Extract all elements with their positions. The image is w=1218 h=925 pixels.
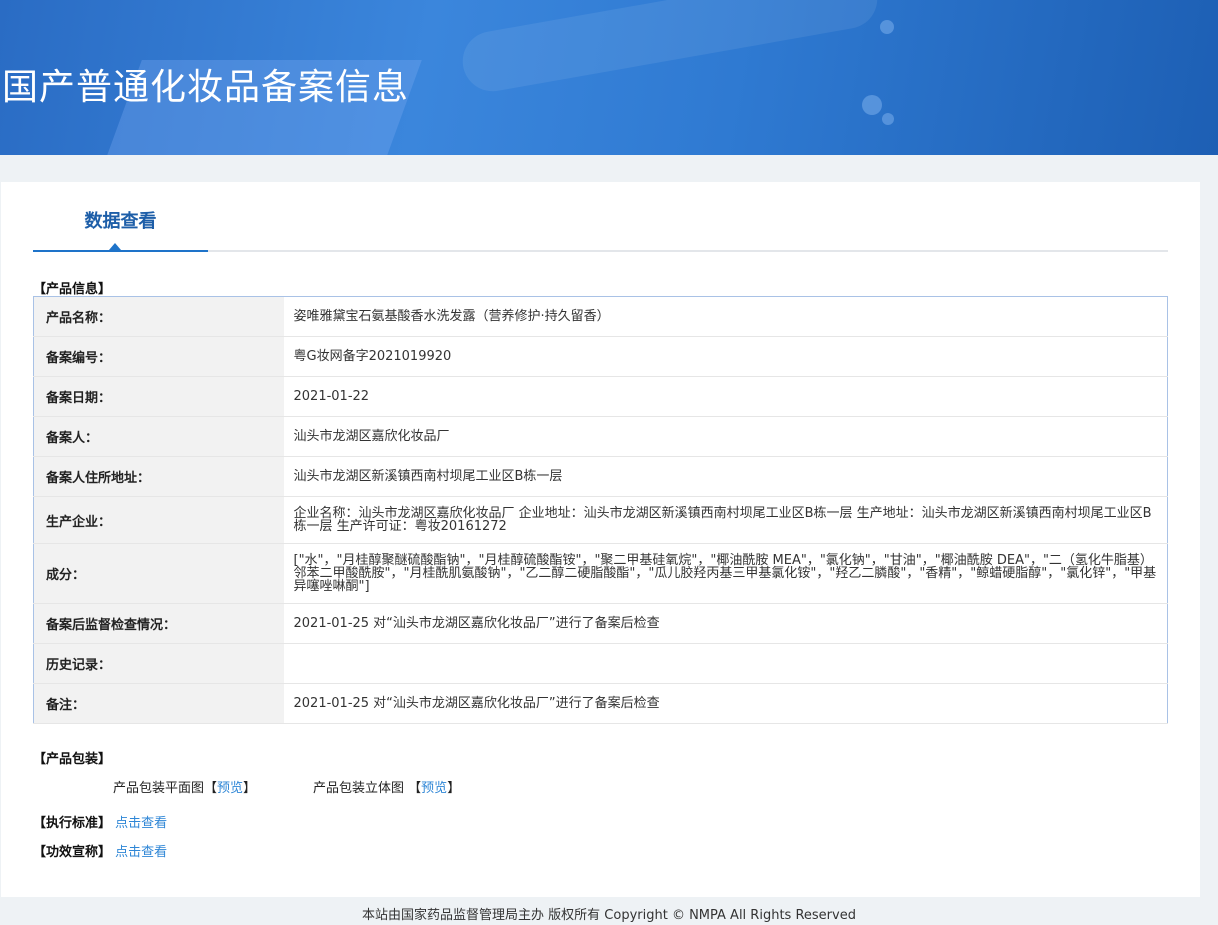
- row-value: 粤G妆网备字2021019920: [283, 336, 1168, 377]
- banner-decoration: [882, 113, 894, 125]
- table-row: 成分： ["水"，"月桂醇聚醚硫酸酯钠"，"月桂醇硫酸酯铵"，"聚二甲基硅氧烷"，…: [33, 543, 1168, 604]
- table-row: 备案人： 汕头市龙湖区嘉欣化妆品厂: [33, 416, 1168, 457]
- bracket: 】: [447, 781, 461, 796]
- row-value: 企业名称：汕头市龙湖区嘉欣化妆品厂 企业地址：汕头市龙湖区新溪镇西南村坝尾工业区…: [283, 496, 1168, 544]
- preview-solid-link[interactable]: 预览: [421, 781, 447, 796]
- packaging-flat-label: 产品包装平面图: [113, 781, 205, 796]
- efficacy-row: 【功效宣称】 点击查看: [33, 841, 167, 860]
- standard-row: 【执行标准】 点击查看: [33, 812, 167, 831]
- row-label: 产品名称：: [33, 296, 284, 337]
- table-row: 备案编号： 粤G妆网备字2021019920: [33, 336, 1168, 377]
- table-row: 备注： 2021-01-25 对“汕头市龙湖区嘉欣化妆品厂”进行了备案后检查: [33, 683, 1168, 724]
- preview-flat-link[interactable]: 预览: [217, 781, 243, 796]
- row-value: 2021-01-25 对“汕头市龙湖区嘉欣化妆品厂”进行了备案后检查: [283, 683, 1168, 724]
- bracket: 【: [204, 781, 218, 796]
- row-label: 历史记录：: [33, 643, 284, 684]
- section-efficacy: 【功效宣称】: [33, 845, 112, 860]
- row-value: ["水"，"月桂醇聚醚硫酸酯钠"，"月桂醇硫酸酯铵"，"聚二甲基硅氧烷"，"椰油…: [283, 543, 1168, 604]
- header-banner: 国产普通化妆品备案信息: [0, 0, 1218, 155]
- row-value: 2021-01-25 对“汕头市龙湖区嘉欣化妆品厂”进行了备案后检查: [283, 603, 1168, 644]
- row-label: 备案人住所地址：: [33, 456, 284, 497]
- banner-decoration: [457, 0, 883, 97]
- footer-copyright: 本站由国家药品监督管理局主办 版权所有 Copyright © NMPA All…: [362, 908, 856, 923]
- page-title: 国产普通化妆品备案信息: [2, 67, 410, 108]
- row-label: 备案日期：: [33, 376, 284, 417]
- section-standard: 【执行标准】: [33, 816, 112, 831]
- standard-view-link[interactable]: 点击查看: [115, 816, 167, 831]
- active-tab-indicator: [109, 243, 121, 250]
- tab-label: 数据查看: [84, 211, 157, 232]
- packaging-flat: 产品包装平面图【预览】: [113, 777, 256, 796]
- bracket: 【: [408, 781, 422, 796]
- row-label: 备案编号：: [33, 336, 284, 377]
- efficacy-view-link[interactable]: 点击查看: [115, 845, 167, 860]
- table-row: 产品名称： 姿唯雅黛宝石氨基酸香水洗发露（营养修护·持久留香）: [33, 296, 1168, 337]
- banner-decoration: [880, 20, 894, 34]
- section-product-info: 【产品信息】: [33, 282, 112, 297]
- table-row: 备案后监督检查情况： 2021-01-25 对“汕头市龙湖区嘉欣化妆品厂”进行了备…: [33, 603, 1168, 644]
- row-label: 备注：: [33, 683, 284, 724]
- tab-bar: 数据查看: [33, 212, 1168, 252]
- row-label: 生产企业：: [33, 496, 284, 544]
- table-row: 备案日期： 2021-01-22: [33, 376, 1168, 417]
- row-label: 备案后监督检查情况：: [33, 603, 284, 644]
- banner-decoration: [862, 95, 882, 115]
- packaging-solid-label: 产品包装立体图: [313, 781, 405, 796]
- section-packaging: 【产品包装】: [33, 752, 112, 767]
- bracket: 】: [243, 781, 257, 796]
- row-value: 汕头市龙湖区嘉欣化妆品厂: [283, 416, 1168, 457]
- row-value: 2021-01-22: [283, 376, 1168, 417]
- tab-data-view[interactable]: 数据查看: [33, 212, 208, 252]
- row-value: [283, 643, 1168, 684]
- content-card: 数据查看 【产品信息】 产品名称： 姿唯雅黛宝石氨基酸香水洗发露（营养修护·持久留…: [1, 182, 1200, 897]
- packaging-solid: 产品包装立体图 【预览】: [313, 777, 460, 796]
- table-row: 备案人住所地址： 汕头市龙湖区新溪镇西南村坝尾工业区B栋一层: [33, 456, 1168, 497]
- table-row: 生产企业： 企业名称：汕头市龙湖区嘉欣化妆品厂 企业地址：汕头市龙湖区新溪镇西南村…: [33, 496, 1168, 544]
- row-value: 汕头市龙湖区新溪镇西南村坝尾工业区B栋一层: [283, 456, 1168, 497]
- row-label: 成分：: [33, 543, 284, 604]
- row-label: 备案人：: [33, 416, 284, 457]
- row-value: 姿唯雅黛宝石氨基酸香水洗发露（营养修护·持久留香）: [283, 296, 1168, 337]
- table-row: 历史记录：: [33, 643, 1168, 684]
- product-info-table: 产品名称： 姿唯雅黛宝石氨基酸香水洗发露（营养修护·持久留香） 备案编号： 粤G妆网备…: [33, 296, 1168, 724]
